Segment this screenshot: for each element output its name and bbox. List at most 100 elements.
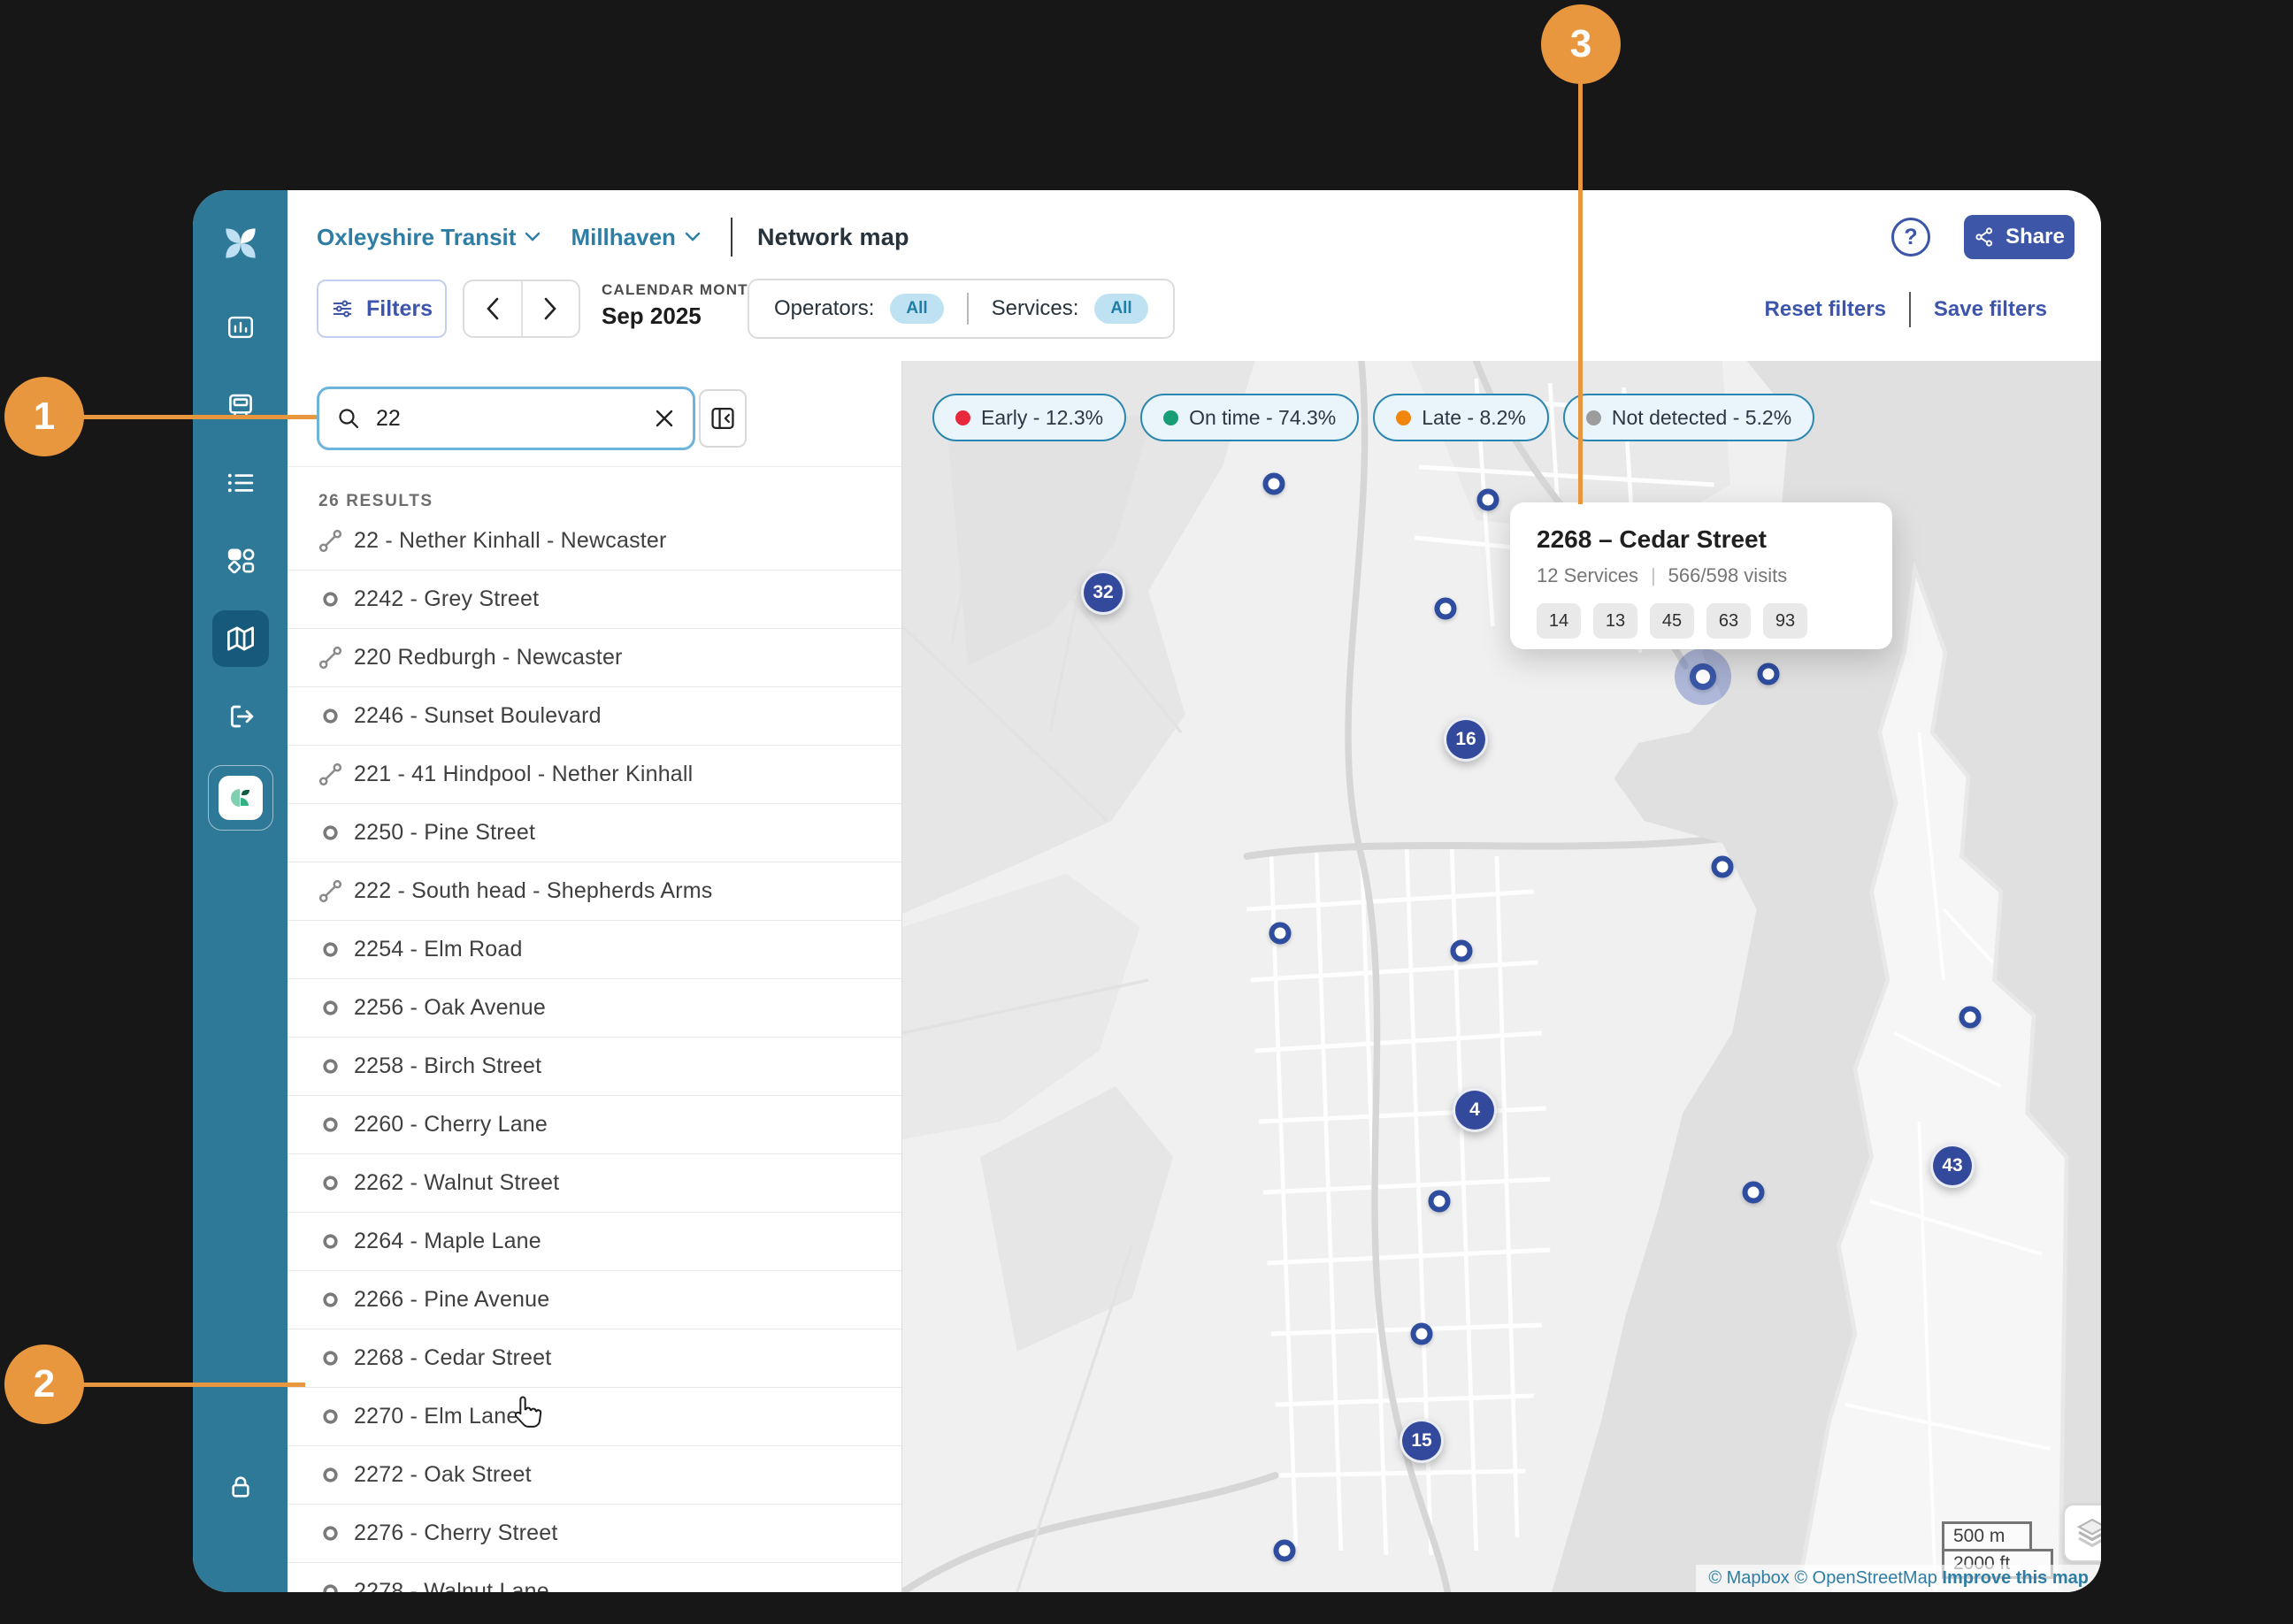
stop-marker[interactable] — [1757, 663, 1780, 686]
list-item[interactable]: 2268 - Cedar Street — [288, 1329, 901, 1388]
sidebar-item-lock[interactable] — [212, 1459, 269, 1515]
list-item[interactable]: 221 - 41 Hindpool - Nether Kinhall — [288, 746, 901, 804]
stop-marker[interactable] — [1273, 1539, 1296, 1562]
chevron-down-icon — [685, 232, 701, 241]
search-input[interactable]: 22 — [317, 387, 695, 450]
legend-chip[interactable]: On time - 74.3% — [1140, 394, 1360, 441]
sidebar-item-services[interactable] — [212, 455, 269, 511]
stop-icon — [317, 1408, 343, 1425]
search-icon — [339, 409, 359, 429]
operators-value-chip[interactable]: All — [890, 294, 944, 324]
service-chip[interactable]: 93 — [1763, 603, 1807, 639]
filters-label: Filters — [365, 295, 433, 321]
cluster-marker[interactable]: 16 — [1444, 717, 1488, 762]
help-glyph: ? — [1904, 224, 1918, 249]
sidebar-item-app-switcher[interactable] — [207, 765, 273, 831]
header: Oxleyshire Transit Millhaven Network map… — [288, 190, 2101, 361]
stop-popup[interactable]: 2268 – Cedar Street 12 Services | 566/59… — [1510, 502, 1892, 649]
annotation-line-3 — [1578, 83, 1583, 504]
selected-stop-marker[interactable] — [1690, 663, 1716, 690]
clear-search-icon[interactable] — [654, 408, 675, 429]
list-item[interactable]: 2254 - Elm Road — [288, 921, 901, 979]
list-item-label: 2242 - Grey Street — [354, 586, 540, 611]
prev-month-button[interactable] — [464, 281, 521, 336]
stop-marker[interactable] — [1476, 488, 1499, 511]
list-item[interactable]: 222 - South head - Shepherds Arms — [288, 862, 901, 921]
breadcrumb-org[interactable]: Oxleyshire Transit — [317, 224, 541, 251]
cursor-pointer — [514, 1396, 542, 1428]
list-item[interactable]: 2256 - Oak Avenue — [288, 979, 901, 1038]
legend-chip[interactable]: Not detected - 5.2% — [1562, 394, 1815, 441]
stage: Oxleyshire Transit Millhaven Network map… — [0, 0, 2293, 1624]
sidebar-item-vehicles[interactable] — [212, 377, 269, 433]
legend-dot — [1585, 410, 1601, 425]
sidebar-item-widgets[interactable] — [212, 532, 269, 589]
list-item[interactable]: 2260 - Cherry Lane — [288, 1096, 901, 1154]
list-item[interactable]: 220 Redburgh - Newcaster — [288, 629, 901, 687]
popup-divider: | — [1650, 564, 1656, 586]
legend-dot — [955, 410, 970, 425]
stop-marker[interactable] — [1434, 597, 1457, 620]
route-icon — [317, 646, 343, 670]
reset-filters-link[interactable]: Reset filters — [1765, 297, 1886, 322]
list-item[interactable]: 2266 - Pine Avenue — [288, 1271, 901, 1329]
legend-chip[interactable]: Early - 12.3% — [932, 394, 1127, 441]
cluster-marker[interactable]: 43 — [1930, 1144, 1975, 1188]
list-item-label: 2278 - Walnut Lane — [354, 1579, 549, 1592]
improve-map-link[interactable]: Improve this map — [1942, 1568, 2089, 1588]
stop-marker[interactable] — [1262, 472, 1285, 495]
collapse-panel-button[interactable] — [699, 389, 747, 448]
analytics-icon — [227, 316, 253, 339]
list-item[interactable]: 2272 - Oak Street — [288, 1446, 901, 1505]
results-panel: 22 26 RESULTS 22 - Nether Kinhall - Newc… — [288, 361, 902, 1592]
service-chip[interactable]: 13 — [1593, 603, 1637, 639]
cluster-marker[interactable]: 4 — [1453, 1088, 1497, 1132]
stop-marker[interactable] — [1711, 855, 1734, 878]
annotation-2-number: 2 — [33, 1362, 56, 1406]
stop-marker[interactable] — [1410, 1322, 1433, 1345]
list-item[interactable]: 2250 - Pine Street — [288, 804, 901, 862]
stop-marker[interactable] — [1428, 1190, 1451, 1213]
scope-summary: Operators: All Services: All — [748, 279, 1175, 339]
map-attribution[interactable]: © Mapbox © OpenStreetMap Improve this ma… — [1696, 1565, 2101, 1592]
stop-icon — [317, 1350, 343, 1367]
next-month-button[interactable] — [520, 281, 579, 336]
map-area[interactable]: Early - 12.3% On time - 74.3% Late - 8.2… — [902, 361, 2101, 1592]
service-chip[interactable]: 63 — [1706, 603, 1751, 639]
partner-logo-icon — [230, 789, 249, 807]
list-item[interactable]: 2270 - Elm Lane — [288, 1388, 901, 1446]
stop-icon — [317, 1116, 343, 1133]
list-item[interactable]: 2264 - Maple Lane — [288, 1213, 901, 1271]
list-item[interactable]: 2258 - Birch Street — [288, 1038, 901, 1096]
share-button[interactable]: Share — [1964, 215, 2074, 259]
cluster-marker[interactable]: 32 — [1081, 571, 1125, 615]
save-filters-link[interactable]: Save filters — [1934, 297, 2047, 322]
stop-marker[interactable] — [1269, 922, 1292, 945]
list-item[interactable]: 2246 - Sunset Boulevard — [288, 687, 901, 746]
list-item[interactable]: 22 - Nether Kinhall - Newcaster — [288, 512, 901, 571]
legend-label: On time - 74.3% — [1189, 405, 1337, 429]
filters-button[interactable]: Filters — [317, 280, 447, 338]
search-value: 22 — [376, 405, 401, 431]
breadcrumb-region[interactable]: Millhaven — [571, 224, 701, 251]
stop-marker[interactable] — [1450, 939, 1473, 962]
cluster-marker[interactable]: 15 — [1400, 1419, 1444, 1463]
sidebar-item-network-map[interactable] — [211, 610, 269, 667]
services-value-chip[interactable]: All — [1094, 294, 1148, 324]
sidebar-item-logout[interactable] — [212, 688, 269, 745]
stop-marker[interactable] — [1742, 1181, 1765, 1204]
stop-marker[interactable] — [1959, 1006, 1982, 1029]
legend-chip[interactable]: Late - 8.2% — [1373, 394, 1549, 441]
legend-label: Late - 8.2% — [1422, 405, 1526, 429]
help-button[interactable]: ? — [1891, 218, 1930, 257]
sidebar-item-analytics[interactable] — [212, 299, 269, 356]
list-icon — [227, 473, 253, 493]
map-canvas[interactable] — [902, 361, 2101, 1592]
list-item[interactable]: 2276 - Cherry Street — [288, 1505, 901, 1563]
list-item[interactable]: 2278 - Walnut Lane — [288, 1563, 901, 1592]
service-chip[interactable]: 14 — [1537, 603, 1581, 639]
service-chip[interactable]: 45 — [1650, 603, 1694, 639]
list-item[interactable]: 2242 - Grey Street — [288, 571, 901, 629]
map-layers-button[interactable] — [2063, 1504, 2101, 1562]
list-item[interactable]: 2262 - Walnut Street — [288, 1154, 901, 1213]
